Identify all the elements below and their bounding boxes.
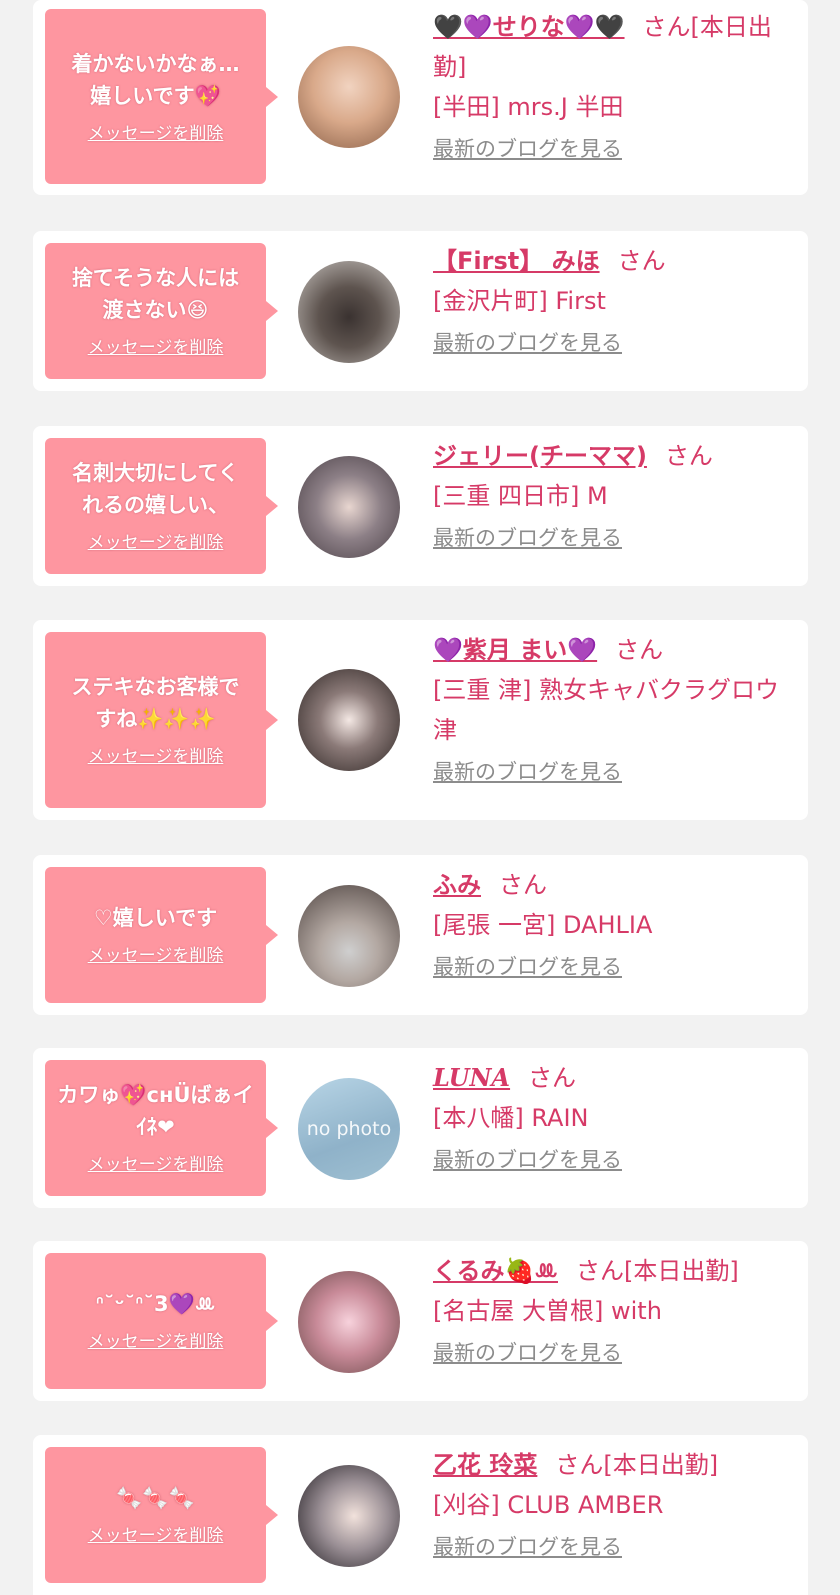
message-list: 着かないかなぁ… 嬉しいです💖 メッセージを削除 🖤💜せりな💜🖤 さん[本日出勤]…	[0, 0, 840, 1595]
shop-label: [半田] mrs.J 半田	[433, 93, 624, 121]
profile-name-link[interactable]: ジェリー(チーママ)	[433, 442, 647, 470]
name-line: 💜紫月 まい💜 さん	[433, 630, 798, 670]
shop-label: [名古屋 大曽根] with	[433, 1297, 662, 1325]
name-suffix: さん	[664, 442, 713, 470]
name-line: くるみ🍓ꔛ さん[本日出勤]	[433, 1251, 798, 1291]
delete-message-link[interactable]: メッセージを削除	[88, 336, 224, 360]
name-line: 🖤💜せりな💜🖤 さん[本日出勤]	[433, 7, 798, 87]
delete-message-link[interactable]: メッセージを削除	[88, 531, 224, 555]
name-line: ジェリー(チーママ) さん	[433, 436, 798, 476]
delete-message-link[interactable]: メッセージを削除	[88, 1153, 224, 1177]
message-card: 着かないかなぁ… 嬉しいです💖 メッセージを削除 🖤💜せりな💜🖤 さん[本日出勤]…	[33, 0, 808, 195]
avatar[interactable]	[298, 669, 400, 771]
delete-message-link[interactable]: メッセージを削除	[88, 122, 224, 146]
message-bubble: 捨てそうな人には 渡さない😆 メッセージを削除	[45, 243, 278, 379]
profile-info: LUNA さん [本八幡] RAIN 最新のブログを見る	[433, 1058, 798, 1174]
latest-blog-link[interactable]: 最新のブログを見る	[433, 522, 622, 552]
message-card: ᐢ˘ᵕ˘ᐢ˘3💜ꔛ メッセージを削除 くるみ🍓ꔛ さん[本日出勤] [名古屋 大曽…	[33, 1241, 808, 1401]
message-bubble: 🍬🍬🍬 メッセージを削除	[45, 1447, 278, 1583]
name-suffix: さん	[617, 247, 666, 275]
message-text: 名刺大切にしてく れるの嬉しい、	[72, 461, 239, 517]
message-card: 捨てそうな人には 渡さない😆 メッセージを削除 【First】 みほ さん [金沢…	[33, 231, 808, 391]
profile-info: 💜紫月 まい💜 さん [三重 津] 熟女キャバクラグロウ津 最新のブログを見る	[433, 630, 798, 786]
name-line: LUNA さん	[433, 1058, 798, 1098]
message-text: 捨てそうな人には 渡さない😆	[71, 266, 240, 322]
avatar[interactable]	[298, 456, 400, 558]
name-line: ふみ さん	[433, 865, 798, 905]
message-text: 🍬🍬🍬	[116, 1486, 195, 1510]
avatar[interactable]	[298, 46, 400, 148]
profile-name-link[interactable]: 【First】 みほ	[433, 247, 600, 275]
message-card: 名刺大切にしてく れるの嬉しい、 メッセージを削除 ジェリー(チーママ) さん […	[33, 426, 808, 586]
message-text: ᐢ˘ᵕ˘ᐢ˘3💜ꔛ	[95, 1292, 216, 1316]
shop-label: [三重 四日市] M	[433, 482, 608, 510]
message-bubble: 名刺大切にしてく れるの嬉しい、 メッセージを削除	[45, 438, 278, 574]
message-card: 🍬🍬🍬 メッセージを削除 乙花 玲菜 さん[本日出勤] [刈谷] CLUB AMB…	[33, 1435, 808, 1595]
shop-label: [金沢片町] First	[433, 287, 606, 315]
shop-label: [三重 津] 熟女キャバクラグロウ津	[433, 676, 779, 744]
message-bubble: ステキなお客様で すね✨✨✨ メッセージを削除	[45, 632, 278, 808]
shop-label: [本八幡] RAIN	[433, 1104, 589, 1132]
latest-blog-link[interactable]: 最新のブログを見る	[433, 1144, 622, 1174]
profile-info: 🖤💜せりな💜🖤 さん[本日出勤] [半田] mrs.J 半田 最新のブログを見る	[433, 7, 798, 163]
latest-blog-link[interactable]: 最新のブログを見る	[433, 327, 622, 357]
latest-blog-link[interactable]: 最新のブログを見る	[433, 133, 622, 163]
latest-blog-link[interactable]: 最新のブログを見る	[433, 1531, 622, 1561]
name-suffix: さん	[615, 636, 664, 664]
latest-blog-link[interactable]: 最新のブログを見る	[433, 951, 622, 981]
avatar[interactable]	[298, 885, 400, 987]
name-suffix: さん[本日出勤]	[555, 1451, 719, 1479]
profile-name-link[interactable]: LUNA	[433, 1063, 510, 1092]
no-photo-label: no photo	[306, 1118, 392, 1140]
profile-name-link[interactable]: 💜紫月 まい💜	[433, 636, 597, 664]
shop-label: [尾張 一宮] DAHLIA	[433, 911, 653, 939]
profile-info: くるみ🍓ꔛ さん[本日出勤] [名古屋 大曽根] with 最新のブログを見る	[433, 1251, 798, 1367]
name-line: 乙花 玲菜 さん[本日出勤]	[433, 1445, 798, 1485]
profile-name-link[interactable]: ふみ	[433, 871, 481, 899]
message-card: カワゅ💖cнÜばぁイ ｲﾈ❤ メッセージを削除 no photo LUNA さん …	[33, 1048, 808, 1208]
latest-blog-link[interactable]: 最新のブログを見る	[433, 756, 622, 786]
profile-info: ジェリー(チーママ) さん [三重 四日市] M 最新のブログを見る	[433, 436, 798, 552]
delete-message-link[interactable]: メッセージを削除	[88, 1524, 224, 1548]
latest-blog-link[interactable]: 最新のブログを見る	[433, 1337, 622, 1367]
shop-label: [刈谷] CLUB AMBER	[433, 1491, 664, 1519]
name-suffix: さん	[499, 871, 547, 899]
profile-name-link[interactable]: 🖤💜せりな💜🖤	[433, 13, 625, 41]
profile-info: 【First】 みほ さん [金沢片町] First 最新のブログを見る	[433, 241, 798, 357]
message-card: ♡嬉しいです メッセージを削除 ふみ さん [尾張 一宮] DAHLIA 最新のブ…	[33, 855, 808, 1015]
message-text: ♡嬉しいです	[93, 906, 218, 930]
name-suffix: さん[本日出勤]	[576, 1257, 739, 1285]
delete-message-link[interactable]: メッセージを削除	[88, 745, 224, 769]
delete-message-link[interactable]: メッセージを削除	[88, 944, 224, 968]
avatar[interactable]	[298, 1465, 400, 1567]
message-text: 着かないかなぁ… 嬉しいです💖	[71, 51, 240, 108]
message-bubble: カワゅ💖cнÜばぁイ ｲﾈ❤ メッセージを削除	[45, 1060, 278, 1196]
avatar[interactable]: no photo	[298, 1078, 400, 1180]
profile-name-link[interactable]: 乙花 玲菜	[433, 1451, 537, 1479]
message-text: ステキなお客様で すね✨✨✨	[71, 675, 240, 731]
avatar[interactable]	[298, 1271, 400, 1373]
name-line: 【First】 みほ さん	[433, 241, 798, 281]
name-suffix: さん	[528, 1064, 577, 1092]
message-card: ステキなお客様で すね✨✨✨ メッセージを削除 💜紫月 まい💜 さん [三重 津]…	[33, 620, 808, 820]
profile-name-link[interactable]: くるみ🍓ꔛ	[433, 1257, 558, 1285]
delete-message-link[interactable]: メッセージを削除	[88, 1330, 224, 1354]
avatar[interactable]	[298, 261, 400, 363]
message-bubble: 着かないかなぁ… 嬉しいです💖 メッセージを削除	[45, 9, 278, 184]
message-bubble: ♡嬉しいです メッセージを削除	[45, 867, 278, 1003]
message-text: カワゅ💖cнÜばぁイ ｲﾈ❤	[57, 1083, 254, 1139]
profile-info: ふみ さん [尾張 一宮] DAHLIA 最新のブログを見る	[433, 865, 798, 981]
message-bubble: ᐢ˘ᵕ˘ᐢ˘3💜ꔛ メッセージを削除	[45, 1253, 278, 1389]
profile-info: 乙花 玲菜 さん[本日出勤] [刈谷] CLUB AMBER 最新のブログを見る	[433, 1445, 798, 1561]
